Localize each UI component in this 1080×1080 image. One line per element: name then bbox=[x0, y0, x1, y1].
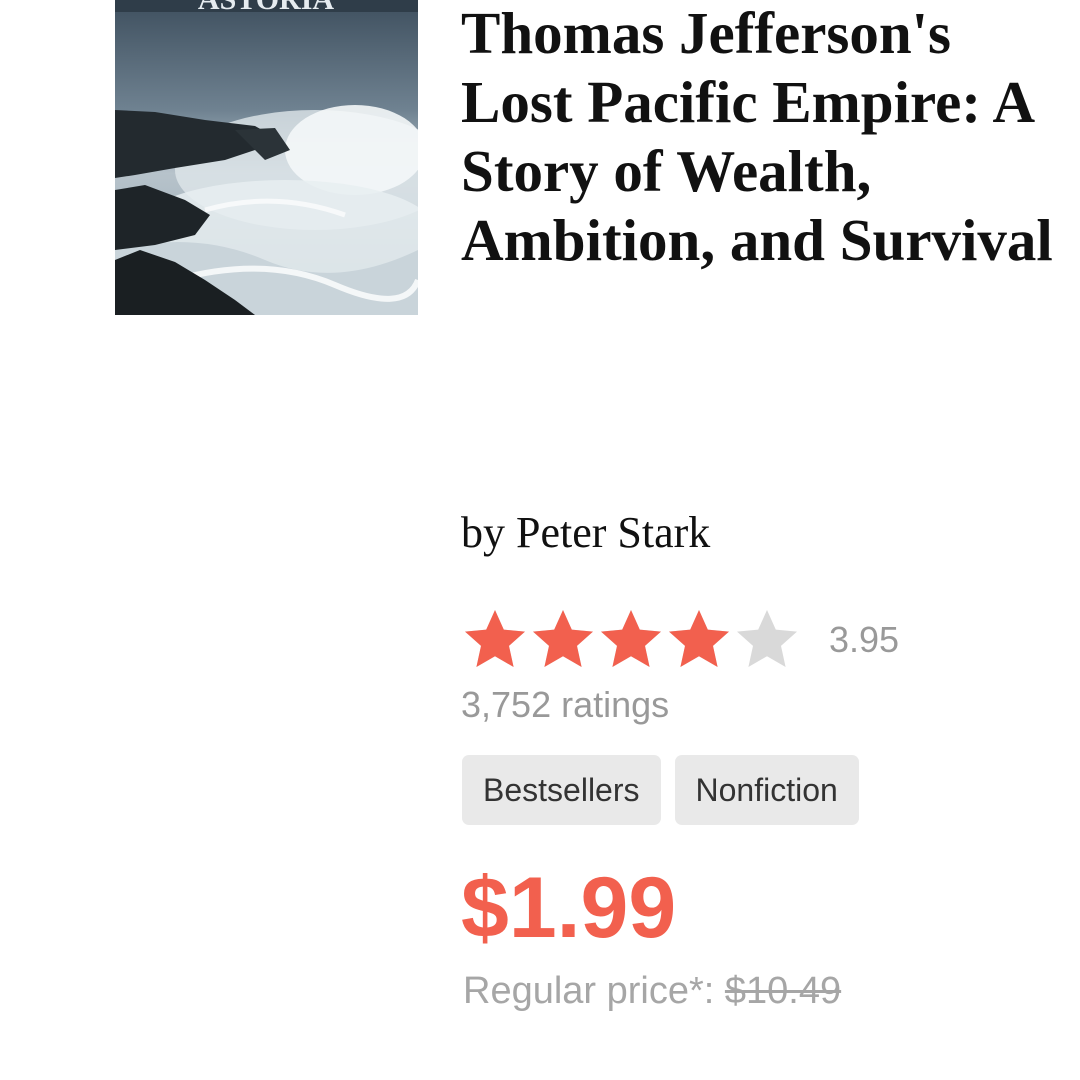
star-icon bbox=[533, 610, 593, 667]
regular-price: Regular price*: $10.49 bbox=[463, 970, 841, 1013]
tag-chip[interactable]: Nonfiction bbox=[674, 755, 859, 825]
rating-row: 3.95 bbox=[461, 605, 899, 675]
star-icon bbox=[669, 610, 729, 667]
sale-price: $1.99 bbox=[461, 860, 677, 956]
book-title[interactable]: Thomas Jefferson's Lost Pacific Empire: … bbox=[461, 0, 1061, 275]
svg-text:ASTORIA: ASTORIA bbox=[198, 0, 334, 16]
book-cover[interactable]: ASTORIA bbox=[115, 0, 418, 315]
regular-price-label: Regular price*: bbox=[463, 970, 725, 1012]
star-icon bbox=[737, 610, 797, 667]
tag-list: Bestsellers Nonfiction bbox=[462, 755, 873, 825]
ratings-count[interactable]: 3,752 ratings bbox=[461, 684, 669, 726]
star-icon bbox=[465, 610, 525, 667]
regular-price-value: $10.49 bbox=[724, 970, 842, 1012]
star-icon bbox=[601, 610, 661, 667]
book-author[interactable]: by Peter Stark bbox=[461, 505, 710, 561]
tag-chip[interactable]: Bestsellers bbox=[462, 755, 661, 825]
rating-value: 3.95 bbox=[829, 619, 900, 660]
star-rating bbox=[461, 606, 801, 674]
